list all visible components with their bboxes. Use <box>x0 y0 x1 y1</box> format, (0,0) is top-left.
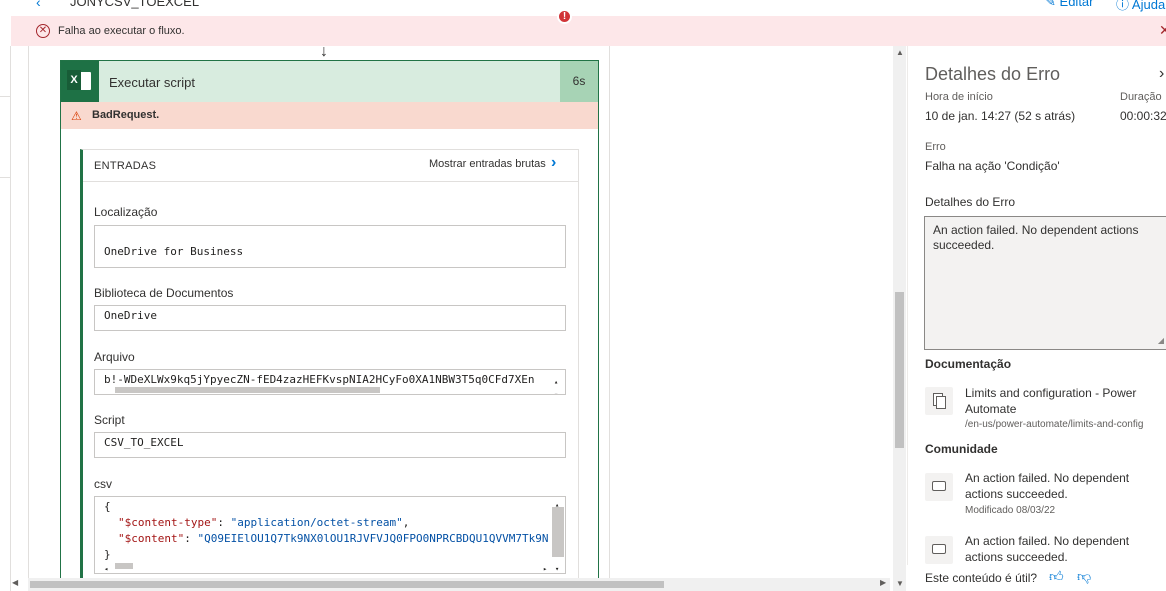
comment-icon <box>925 473 953 501</box>
inputs-section: ENTRADAS Mostrar entradas brutas › Local… <box>80 149 579 578</box>
banner-message: Falha ao executar o fluxo. <box>58 25 185 37</box>
duration-label: Duração <box>1120 91 1162 103</box>
feedback-question: Este conteúdo é útil? <box>925 571 1038 585</box>
community-heading: Comunidade <box>925 442 998 456</box>
excel-icon: X <box>61 61 99 102</box>
canvas-vscrollbar[interactable] <box>893 46 906 591</box>
error-details-box[interactable]: An action failed. No dependent actions s… <box>924 216 1166 350</box>
doc-link-url[interactable]: /en-us/power-automate/limits-and-config <box>965 419 1143 430</box>
error-details-text: An action failed. No dependent actions s… <box>933 223 1139 252</box>
csv-key-content: "$content" <box>118 532 185 545</box>
file-scroll-thumb[interactable] <box>115 387 380 393</box>
csv-line-content-type: "$content-type": "application/octet-stre… <box>118 516 410 529</box>
field-label-csv: csv <box>94 477 112 491</box>
field-file-value: b!-WDeXLWx9kq5jYpyecZN-fED4zazHEFKvspNIA… <box>104 373 535 386</box>
close-icon[interactable]: › <box>1159 65 1164 83</box>
help-button-label: Ajuda <box>1131 0 1166 12</box>
pencil-icon: ✎ <box>1045 0 1056 9</box>
scroll-left-icon[interactable]: ◀ <box>12 578 18 587</box>
feedback-bar: Este conteúdo é útil? 👍︎ 👎︎ <box>907 565 1166 591</box>
left-nav-item[interactable] <box>0 96 11 178</box>
inputs-heading: ENTRADAS <box>94 160 157 172</box>
community-link-title[interactable]: An action failed. No dependent actions s… <box>965 533 1165 565</box>
arrow-down-icon: ↓ <box>320 46 328 60</box>
canvas-vscroll-thumb[interactable] <box>895 292 904 448</box>
csv-hscroll-thumb[interactable] <box>115 563 133 569</box>
community-link-meta: Modificado 08/03/22 <box>965 505 1056 516</box>
panel-title: Detalhes do Erro <box>925 64 1061 84</box>
action-card-run-script[interactable]: X Executar script 6s ⚠ BadRequest. ENTRA… <box>60 60 599 578</box>
error-strip: ⚠ BadRequest. <box>61 102 598 129</box>
document-icon <box>925 387 953 415</box>
csv-open-brace: { <box>104 500 111 513</box>
left-nav-rail <box>0 46 11 591</box>
field-script[interactable]: CSV_TO_EXCEL <box>94 432 566 458</box>
duration-value: 00:00:32 <box>1120 109 1166 123</box>
error-banner: ✕ Falha ao executar o fluxo. ✕ <box>11 16 1166 46</box>
scroll-right-icon[interactable]: ▶ <box>880 578 886 587</box>
csv-value-content: "Q09EIElOU1Q7Tk9NX0lOU1RJVFVJQ0FPO0NPRCB… <box>197 532 549 545</box>
resize-grip-icon[interactable]: ◢ <box>1158 333 1164 348</box>
error-details-heading: Detalhes do Erro <box>925 195 1016 209</box>
edit-button-label: Editar <box>1059 0 1094 9</box>
error-label: Erro <box>925 141 946 153</box>
card-duration: 6s <box>560 61 598 102</box>
csv-key-content-type: "$content-type" <box>118 516 218 529</box>
edit-button[interactable]: ✎ Editar <box>1045 0 1094 10</box>
warning-icon: ⚠ <box>71 109 82 123</box>
scroll-down-icon[interactable]: ▾ <box>554 385 558 394</box>
show-raw-inputs-link[interactable]: Mostrar entradas brutas <box>429 158 546 170</box>
scroll-left-icon[interactable]: ◂ <box>104 561 108 573</box>
chevron-right-icon[interactable]: › <box>551 154 556 172</box>
help-circle-icon: ⓘ <box>1116 0 1130 12</box>
field-library[interactable]: OneDrive <box>94 305 566 331</box>
csv-line-content: "$content": "Q09EIElOU1Q7Tk9NX0lOU1RJVFV… <box>118 532 549 545</box>
scroll-left-icon[interactable]: ◂ <box>104 386 108 394</box>
field-label-location: Localização <box>94 205 158 219</box>
scroll-up-icon[interactable]: ▲ <box>896 48 904 57</box>
canvas-hscroll-thumb[interactable] <box>30 581 664 588</box>
scroll-right-icon[interactable]: ▸ <box>543 386 547 394</box>
field-location[interactable]: OneDrive for Business <box>94 225 566 268</box>
card-header[interactable]: X Executar script 6s <box>61 61 598 102</box>
field-file[interactable]: b!-WDeXLWx9kq5jYpyecZN-fED4zazHEFKvspNIA… <box>94 369 566 395</box>
scroll-up-icon[interactable]: ▴ <box>555 497 559 513</box>
field-label-script: Script <box>94 413 125 427</box>
community-link-title[interactable]: An action failed. No dependent actions s… <box>965 470 1165 502</box>
command-bar: ‹ JONYCSV_TOEXCEL ✎ Editar ⓘ Ajuda <box>0 0 1166 16</box>
scroll-right-icon[interactable]: ▸ <box>543 561 547 573</box>
flow-name: JONYCSV_TOEXCEL <box>70 0 200 9</box>
documentation-heading: Documentação <box>925 357 1012 371</box>
inputs-header: ENTRADAS Mostrar entradas brutas › <box>83 150 579 182</box>
error-code: BadRequest. <box>92 109 160 121</box>
flow-canvas: ↓ X Executar script 6s ⚠ BadRequest. ENT… <box>28 46 610 578</box>
comment-icon <box>925 536 953 564</box>
error-details-panel: Detalhes do Erro › Hora de início Duraçã… <box>907 46 1166 591</box>
error-circle-icon: ✕ <box>36 24 50 38</box>
csv-vscroll-thumb[interactable] <box>552 507 564 557</box>
csv-value-content-type: "application/octet-stream" <box>230 516 403 529</box>
start-time-value: 10 de jan. 14:27 (52 s atrás) <box>925 109 1076 123</box>
scroll-down-icon[interactable]: ▾ <box>555 561 559 573</box>
field-label-library: Biblioteca de Documentos <box>94 286 234 300</box>
error-value: Falha na ação 'Condição' <box>925 159 1060 173</box>
card-title: Executar script <box>109 75 195 90</box>
help-button[interactable]: ⓘ Ajuda <box>1116 0 1165 13</box>
error-badge-icon: ! <box>557 9 572 24</box>
field-label-file: Arquivo <box>94 350 135 364</box>
thumb-up-icon[interactable]: 👍︎ <box>1049 568 1064 585</box>
doc-link-title[interactable]: Limits and configuration - Power Automat… <box>965 385 1165 417</box>
scroll-down-icon[interactable]: ▼ <box>896 579 904 588</box>
back-arrow-icon[interactable]: ‹ <box>36 0 41 10</box>
csv-close-brace: } <box>104 548 111 561</box>
close-icon[interactable]: ✕ <box>1159 22 1166 39</box>
thumb-down-icon[interactable]: 👎︎ <box>1077 568 1091 585</box>
start-time-label: Hora de início <box>925 91 993 103</box>
canvas-hscrollbar[interactable] <box>28 578 890 591</box>
field-csv[interactable]: { "$content-type": "application/octet-st… <box>94 496 566 574</box>
